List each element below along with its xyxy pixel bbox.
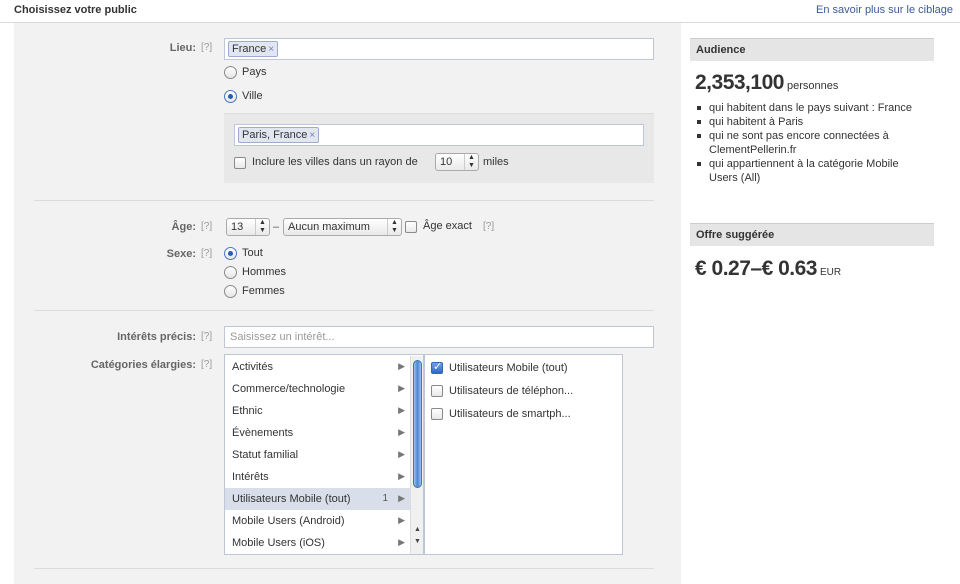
category-item[interactable]: Activités ▶: [225, 356, 410, 378]
subcategory-item[interactable]: Utilisateurs Mobile (tout): [431, 360, 621, 377]
select-arrows-icon: ▲ ▼: [464, 154, 478, 170]
location-label: Lieu:: [169, 42, 196, 54]
chevron-right-icon: ▶: [398, 361, 405, 371]
city-token: Paris, France ×: [238, 127, 320, 143]
chevron-right-icon: ▶: [398, 493, 405, 503]
city-input[interactable]: Paris, France ×: [234, 124, 644, 146]
location-input[interactable]: France ×: [224, 38, 654, 60]
select-arrows-icon: ▲ ▼: [387, 219, 401, 235]
bid-currency: EUR: [820, 267, 842, 278]
audience-unit: personnes: [787, 80, 839, 92]
chevron-right-icon: ▶: [398, 383, 405, 393]
chevron-right-icon: ▶: [398, 427, 405, 437]
section-header: Choisissez votre public En savoir plus s…: [0, 0, 960, 23]
age-max-select[interactable]: Aucun maximum ▲ ▼: [283, 218, 402, 236]
category-item[interactable]: Intérêts ▶: [225, 466, 410, 488]
divider: [34, 568, 654, 569]
scroll-down-icon[interactable]: ▼: [413, 536, 422, 548]
subcategory-item[interactable]: Utilisateurs de téléphon...: [431, 384, 621, 400]
criteria-item: qui appartiennent à la catégorie Mobile …: [692, 157, 920, 185]
exact-age-help[interactable]: [?]: [483, 221, 494, 232]
age-separator: –: [273, 221, 280, 233]
subcategory-checkbox[interactable]: [431, 408, 443, 420]
suggested-bid-value: € 0.27–€ 0.63 EUR: [690, 246, 934, 281]
category-item[interactable]: Commerce/technologie ▶: [225, 378, 410, 400]
chevron-right-icon: ▶: [398, 471, 405, 481]
category-list: Activités ▶ Commerce/technologie ▶ Ethnic ▶…: [224, 354, 424, 555]
criteria-item: qui habitent dans le pays suivant : Fran…: [692, 101, 920, 115]
chevron-right-icon: ▶: [398, 515, 405, 525]
interest-input[interactable]: Saisissez un intérêt...: [224, 326, 654, 348]
learn-more-link[interactable]: En savoir plus sur le ciblage: [816, 4, 953, 16]
subcategory-checkbox[interactable]: [431, 360, 443, 374]
location-help[interactable]: [?]: [201, 42, 212, 53]
category-scrollbar[interactable]: ▲ ▼: [410, 356, 423, 554]
radio-all[interactable]: [224, 247, 237, 260]
radio-country[interactable]: [224, 66, 237, 79]
audience-number: 2,353,100: [695, 71, 784, 94]
scroll-up-icon[interactable]: ▲: [413, 524, 422, 536]
audience-count: 2,353,100 personnes: [690, 61, 934, 99]
subcategory-checkbox[interactable]: [431, 385, 443, 397]
remove-token-icon[interactable]: ×: [268, 44, 274, 55]
age-label: Âge:: [171, 221, 196, 233]
bid-range: € 0.27–€ 0.63: [695, 257, 817, 280]
precise-interests-label: Intérêts précis:: [117, 331, 196, 343]
subcategory-list: Utilisateurs Mobile (tout) Utilisateurs …: [424, 354, 623, 555]
precise-interests-help[interactable]: [?]: [201, 331, 212, 342]
subcategory-item[interactable]: Utilisateurs de smartph...: [431, 407, 621, 423]
broad-categories-label: Catégories élargies:: [90, 359, 196, 371]
suggested-bid-panel: Offre suggérée € 0.27–€ 0.63 EUR: [690, 223, 934, 281]
criteria-item: qui ne sont pas encore connectées à Clem…: [692, 129, 920, 157]
interest-placeholder: Saisissez un intérêt...: [230, 331, 335, 343]
divider: [34, 310, 654, 311]
category-item[interactable]: Évènements ▶: [225, 422, 410, 444]
suggested-bid-heading: Offre suggérée: [690, 223, 934, 246]
radio-men[interactable]: [224, 266, 237, 279]
chevron-right-icon: ▶: [398, 405, 405, 415]
category-item[interactable]: Mobile Users (Android) ▶: [225, 510, 410, 532]
location-token: France ×: [228, 41, 279, 57]
criteria-item: qui habitent à Paris: [692, 115, 920, 129]
category-item[interactable]: Statut familial ▶: [225, 444, 410, 466]
section-title: Choisissez votre public: [14, 4, 137, 16]
gender-help[interactable]: [?]: [201, 248, 212, 259]
category-item[interactable]: Mobile Users (iOS) ▶: [225, 532, 410, 554]
radius-checkbox[interactable]: [234, 157, 246, 169]
exact-age-label: Âge exact: [423, 220, 472, 232]
broad-categories-help[interactable]: [?]: [201, 359, 212, 370]
radius-select[interactable]: 10 ▲ ▼: [435, 153, 479, 171]
age-help[interactable]: [?]: [201, 221, 212, 232]
chevron-right-icon: ▶: [398, 449, 405, 459]
chevron-right-icon: ▶: [398, 537, 405, 547]
divider: [34, 200, 654, 201]
radio-city[interactable]: [224, 90, 237, 103]
audience-criteria: qui habitent dans le pays suivant : Fran…: [690, 99, 926, 185]
category-item[interactable]: Ethnic ▶: [225, 400, 410, 422]
radio-women[interactable]: [224, 285, 237, 298]
radius-unit: miles: [483, 156, 509, 168]
audience-heading: Audience: [690, 38, 934, 61]
gender-label: Sexe:: [166, 248, 196, 260]
audience-panel: Audience 2,353,100 personnes qui habiten…: [690, 38, 934, 185]
selection-count: 1: [382, 493, 388, 504]
scrollbar-thumb[interactable]: [413, 360, 422, 488]
radius-label: Inclure les villes dans un rayon de: [252, 156, 418, 168]
exact-age-checkbox[interactable]: [405, 221, 417, 233]
age-min-select[interactable]: 13 ▲ ▼: [226, 218, 270, 236]
remove-token-icon[interactable]: ×: [309, 130, 315, 141]
select-arrows-icon: ▲ ▼: [255, 219, 269, 235]
category-item-selected[interactable]: Utilisateurs Mobile (tout) 1 ▶: [225, 488, 410, 510]
